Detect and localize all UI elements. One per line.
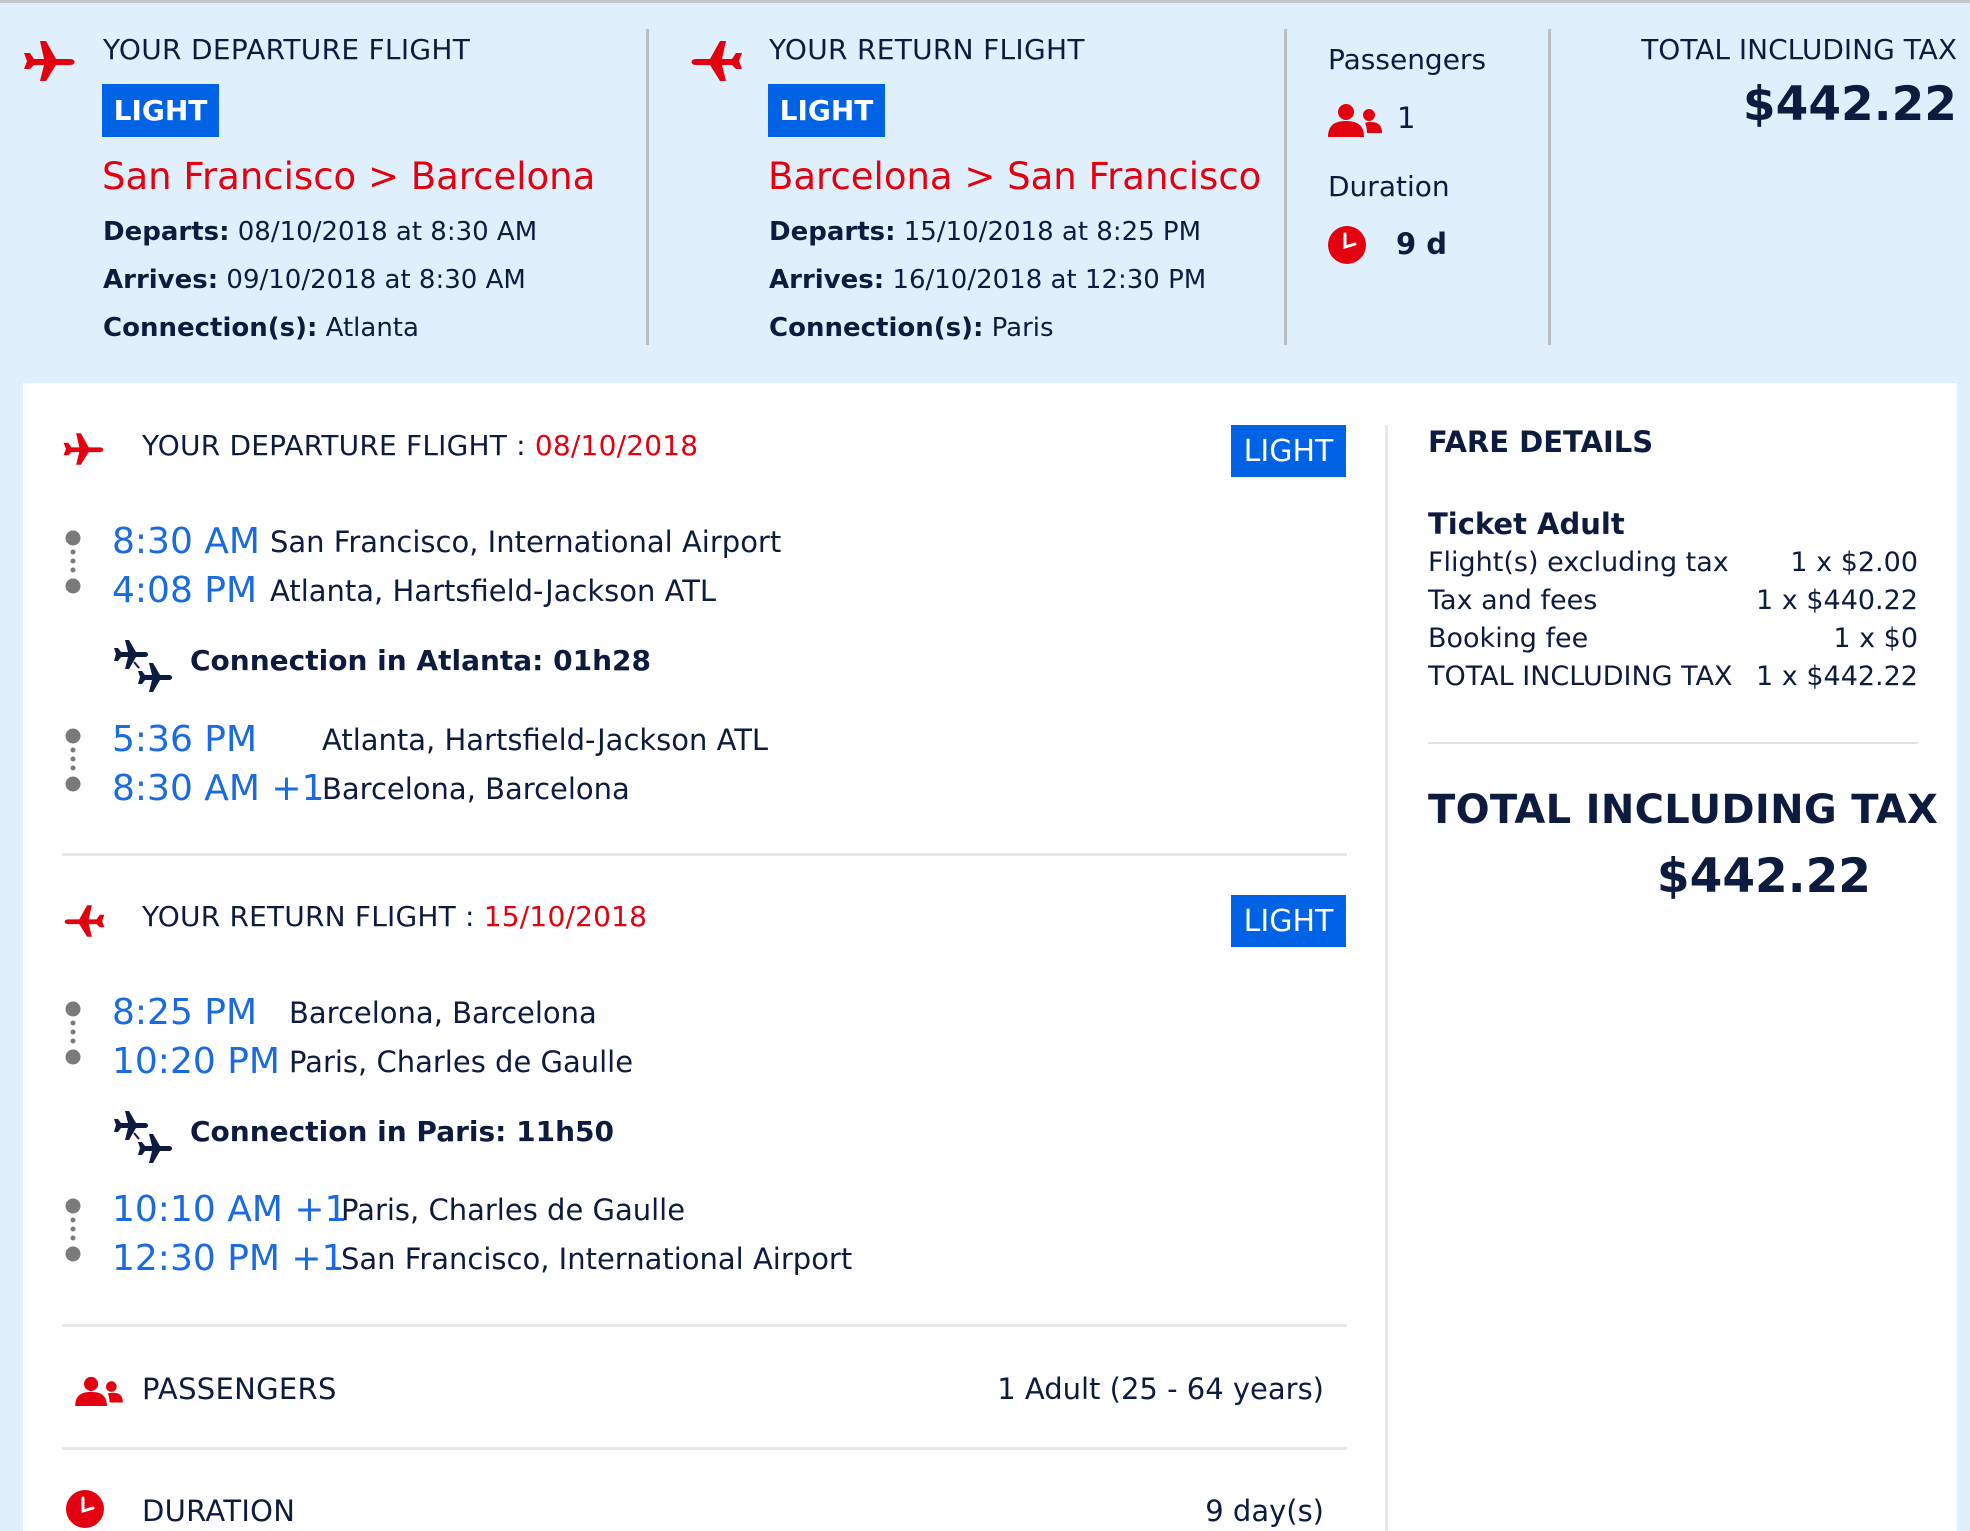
plane-icon bbox=[64, 905, 105, 937]
itinerary-dots bbox=[65, 728, 81, 792]
connection-info: Connection in Paris: 11h50 bbox=[190, 1115, 614, 1148]
connection-icon bbox=[114, 1111, 172, 1163]
summary-passengers-label: Passengers bbox=[1328, 43, 1487, 76]
fare-row: Tax and fees 1 x $440.22 bbox=[1428, 585, 1918, 623]
fare-row: TOTAL INCLUDING TAX 1 x $442.22 bbox=[1428, 661, 1918, 699]
summary-return-arrives: Arrives: 16/10/2018 at 12:30 PM bbox=[769, 265, 1207, 295]
fare-row-value: 1 x $442.22 bbox=[1756, 661, 1918, 692]
summary-departure-arrives: Arrives: 09/10/2018 at 8:30 AM bbox=[103, 265, 526, 295]
fare-total-label: TOTAL INCLUDING TAX bbox=[1428, 787, 1939, 833]
summary-departure-route: San Francisco > Barcelona bbox=[102, 155, 596, 198]
summary-total-value: $442.22 bbox=[1742, 77, 1957, 132]
departure-time: 8:30 AM bbox=[112, 521, 260, 562]
departure-time: 10:10 AM +1 bbox=[112, 1189, 348, 1230]
departure-place: Barcelona, Barcelona bbox=[289, 996, 597, 1030]
arrival-place: Barcelona, Barcelona bbox=[322, 772, 630, 806]
booking-details-card: YOUR DEPARTURE FLIGHT : 08/10/2018 LIGHT… bbox=[23, 383, 1957, 1531]
plane-icon bbox=[691, 41, 742, 81]
summary-duration-value: 9 d bbox=[1396, 227, 1448, 261]
fare-row: Flight(s) excluding tax 1 x $2.00 bbox=[1428, 547, 1918, 585]
arrival-time: 8:30 AM +1 bbox=[112, 768, 325, 809]
passengers-value: 1 Adult (25 - 64 years) bbox=[997, 1372, 1324, 1406]
fare-row-label: Flight(s) excluding tax bbox=[1428, 547, 1729, 578]
arrival-time: 12:30 PM +1 bbox=[112, 1238, 345, 1279]
arrival-place: Paris, Charles de Gaulle bbox=[289, 1045, 634, 1079]
fare-row-value: 1 x $440.22 bbox=[1756, 585, 1918, 616]
clock-icon bbox=[66, 1490, 104, 1528]
arrival-time: 4:08 PM bbox=[112, 570, 258, 611]
return-section-title: YOUR RETURN FLIGHT : 15/10/2018 bbox=[142, 900, 648, 933]
connection-icon bbox=[114, 640, 172, 692]
summary-return-connections: Connection(s): Paris bbox=[769, 313, 1054, 343]
itinerary-dots bbox=[65, 1001, 81, 1065]
plane-icon bbox=[63, 433, 104, 465]
summary-total-label: TOTAL INCLUDING TAX bbox=[1641, 33, 1957, 66]
panel-divider bbox=[1385, 425, 1388, 1531]
fare-class-badge: LIGHT bbox=[1231, 895, 1346, 947]
duration-label: DURATION bbox=[142, 1494, 296, 1528]
trip-summary-header: YOUR DEPARTURE FLIGHT LIGHT San Francisc… bbox=[0, 3, 1970, 383]
departure-date: 08/10/2018 bbox=[534, 429, 699, 462]
fare-row-label: TOTAL INCLUDING TAX bbox=[1428, 661, 1733, 692]
summary-return-departs: Departs: 15/10/2018 at 8:25 PM bbox=[769, 217, 1202, 247]
fare-class-badge: LIGHT bbox=[102, 84, 219, 137]
summary-departure-title: YOUR DEPARTURE FLIGHT bbox=[103, 33, 471, 66]
summary-departure: YOUR DEPARTURE FLIGHT LIGHT San Francisc… bbox=[0, 3, 640, 383]
arrival-place: San Francisco, International Airport bbox=[341, 1242, 853, 1276]
fare-class-badge: LIGHT bbox=[1231, 425, 1346, 477]
section-divider bbox=[62, 853, 1347, 856]
fare-row-value: 1 x $0 bbox=[1833, 623, 1918, 654]
return-date: 15/10/2018 bbox=[483, 900, 648, 933]
departure-section-title: YOUR DEPARTURE FLIGHT : 08/10/2018 bbox=[142, 429, 699, 462]
departure-time: 8:25 PM bbox=[112, 992, 258, 1033]
fare-total-value: $442.22 bbox=[1656, 849, 1871, 904]
summary-return-title: YOUR RETURN FLIGHT bbox=[769, 33, 1085, 66]
summary-return-route: Barcelona > San Francisco bbox=[768, 155, 1262, 198]
summary-departure-departs: Departs: 08/10/2018 at 8:30 AM bbox=[103, 217, 538, 247]
fare-row-label: Tax and fees bbox=[1428, 585, 1598, 616]
fare-details-panel: FARE DETAILS Ticket Adult Flight(s) excl… bbox=[1428, 383, 1938, 1083]
summary-return: YOUR RETURN FLIGHT LIGHT Barcelona > San… bbox=[650, 3, 1280, 383]
passengers-label: PASSENGERS bbox=[142, 1372, 337, 1406]
people-icon bbox=[75, 1376, 123, 1406]
plane-icon bbox=[24, 41, 75, 81]
fare-class-badge: LIGHT bbox=[768, 84, 885, 137]
fare-row-label: Booking fee bbox=[1428, 623, 1589, 654]
clock-icon bbox=[1328, 226, 1366, 264]
itinerary-dots bbox=[65, 1198, 81, 1262]
summary-departure-connections: Connection(s): Atlanta bbox=[103, 313, 419, 343]
summary-passengers-count: 1 bbox=[1397, 101, 1416, 135]
column-divider bbox=[1548, 29, 1551, 345]
departure-time: 5:36 PM bbox=[112, 719, 258, 760]
departure-place: San Francisco, International Airport bbox=[270, 525, 782, 559]
departure-place: Atlanta, Hartsfield-Jackson ATL bbox=[322, 723, 769, 757]
arrival-place: Atlanta, Hartsfield-Jackson ATL bbox=[270, 574, 717, 608]
fare-divider bbox=[1428, 742, 1918, 744]
arrival-time: 10:20 PM bbox=[112, 1041, 280, 1082]
fare-row-value: 1 x $2.00 bbox=[1790, 547, 1918, 578]
section-divider bbox=[62, 1324, 1347, 1327]
fare-row: Booking fee 1 x $0 bbox=[1428, 623, 1918, 661]
itinerary-dots bbox=[65, 530, 81, 594]
column-divider bbox=[1284, 29, 1287, 345]
departure-place: Paris, Charles de Gaulle bbox=[341, 1193, 686, 1227]
ticket-type: Ticket Adult bbox=[1428, 507, 1625, 541]
column-divider bbox=[646, 29, 649, 345]
people-icon bbox=[1328, 104, 1382, 137]
duration-value: 9 day(s) bbox=[1205, 1494, 1324, 1528]
fare-details-title: FARE DETAILS bbox=[1428, 425, 1654, 459]
summary-duration-label: Duration bbox=[1328, 170, 1450, 203]
section-divider bbox=[62, 1447, 1347, 1450]
connection-info: Connection in Atlanta: 01h28 bbox=[190, 644, 651, 677]
